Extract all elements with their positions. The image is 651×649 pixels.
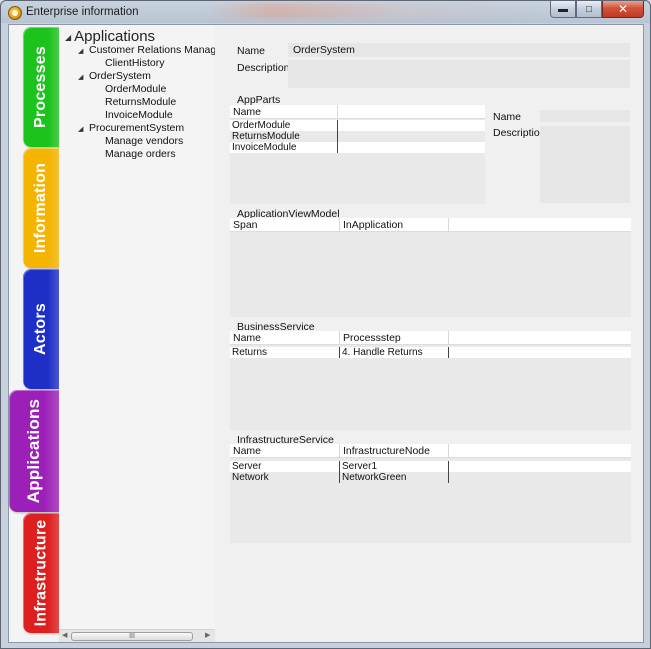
tree-node-label: Customer Relations Manageme (89, 44, 215, 56)
column-header-empty[interactable] (449, 218, 631, 232)
table-cell: Returns (230, 347, 340, 358)
table-row[interactable]: Network NetworkGreen (230, 472, 631, 483)
description-field[interactable] (288, 60, 630, 88)
grid-header: Name Processstep (230, 331, 631, 345)
table-row[interactable]: InvoiceModule (230, 142, 485, 153)
column-header-processstep[interactable]: Processstep (340, 331, 449, 345)
part-name-field[interactable] (540, 110, 630, 122)
table-cell: OrderModule (230, 120, 338, 131)
tree-node-crm[interactable]: ◢Customer Relations Manageme (78, 44, 215, 56)
collapse-triangle-icon[interactable]: ◢ (65, 33, 71, 42)
tree-node-clienthistory[interactable]: ClientHistory (105, 57, 165, 69)
minimize-button[interactable]: ▬ (550, 1, 576, 18)
tree-node-label: Manage vendors (105, 135, 184, 147)
businessservice-grid[interactable]: Name Processstep Returns 4. Handle Retur… (230, 331, 631, 430)
column-header-empty[interactable] (449, 331, 631, 345)
tree-node-label: InvoiceModule (105, 109, 173, 121)
tree-node-manage-vendors[interactable]: Manage vendors (105, 135, 183, 147)
column-header-name[interactable]: Name (230, 444, 340, 458)
appparts-grid[interactable]: Name OrderModule ReturnsModule InvoiceMo… (230, 105, 485, 204)
grid-header: Name (230, 105, 485, 119)
application-tree: ◢Applications ◢Customer Relations Manage… (59, 25, 215, 642)
tab-label: Infrastructure (32, 519, 50, 627)
tab-label: Actors (32, 303, 50, 355)
table-cell: Network (230, 472, 340, 483)
table-row[interactable]: Server Server1 (230, 461, 631, 472)
column-header-span[interactable]: Span (230, 218, 340, 232)
tab-processes[interactable]: Processes (23, 27, 59, 147)
client-area: Processes Information Actors Application… (8, 24, 644, 643)
table-cell: ReturnsModule (230, 131, 338, 142)
tree-node-ordersystem[interactable]: ◢ OrderSystem (78, 70, 151, 82)
grid-header: Span InApplication (230, 218, 631, 232)
infraservice-grid[interactable]: Name InfrastructureNode Server Server1 N… (230, 444, 631, 543)
maximize-icon: □ (585, 3, 593, 15)
viewmodel-grid[interactable]: Span InApplication (230, 218, 631, 317)
close-icon: ✕ (617, 2, 629, 16)
collapse-triangle-icon[interactable]: ◢ (78, 73, 89, 81)
tree-node-label: ProcurementSystem (89, 122, 185, 134)
table-row[interactable]: ReturnsModule (230, 131, 485, 142)
tree-node-label: ClientHistory (105, 57, 165, 69)
tab-infrastructure[interactable]: Infrastructure (23, 513, 59, 633)
title-bar-glow (206, 3, 536, 19)
scroll-thumb[interactable]: III (71, 632, 193, 641)
app-logo-icon (8, 6, 22, 20)
tree-node-procurementsystem[interactable]: ◢ ProcurementSystem (78, 122, 184, 134)
tab-applications[interactable]: Applications (9, 390, 59, 512)
table-row[interactable]: Returns 4. Handle Returns (230, 347, 631, 358)
window-controls: ▬ □ ✕ (550, 1, 644, 18)
tree-node-invoicemodule[interactable]: InvoiceModule (105, 109, 173, 121)
table-cell: Server (230, 461, 340, 472)
grid-header: Name InfrastructureNode (230, 444, 631, 458)
column-header-empty[interactable] (449, 444, 631, 458)
table-cell: NetworkGreen (340, 472, 449, 483)
tree-root-label: Applications (74, 28, 156, 45)
table-cell: InvoiceModule (230, 142, 338, 153)
tab-label: Information (32, 162, 50, 254)
part-description-field[interactable] (540, 126, 630, 203)
scroll-grip: III (129, 633, 135, 640)
app-window: Enterprise information ▬ □ ✕ Processes I… (0, 0, 651, 649)
column-header-name[interactable]: Name (230, 331, 340, 345)
collapse-triangle-icon[interactable]: ◢ (78, 125, 89, 133)
column-header-infrastructurenode[interactable]: InfrastructureNode (340, 444, 449, 458)
tree-node-label: ReturnsModule (105, 96, 177, 108)
tab-actors[interactable]: Actors (23, 269, 59, 389)
tab-label: Processes (32, 46, 49, 128)
tree-node-manage-orders[interactable]: Manage orders (105, 148, 176, 160)
collapse-triangle-icon[interactable]: ◢ (78, 47, 89, 55)
tree-node-returnsmodule[interactable]: ReturnsModule (105, 96, 176, 108)
name-label: Name (237, 45, 266, 57)
minimize-icon: ▬ (558, 3, 568, 15)
details-panel: Name OrderSystem Description AppParts Na… (215, 25, 643, 642)
scroll-right-icon[interactable]: ▶ (205, 631, 210, 639)
tab-label: Applications (24, 398, 44, 504)
name-field[interactable]: OrderSystem (288, 43, 630, 57)
tree-horizontal-scrollbar[interactable]: ◀ III ▶ (59, 629, 215, 642)
description-label: Description (237, 62, 290, 74)
title-bar[interactable]: Enterprise information ▬ □ ✕ (1, 1, 650, 23)
part-description-label: Description (493, 127, 546, 139)
tree-root[interactable]: ◢ Applications (65, 28, 155, 45)
table-cell: 4. Handle Returns (340, 347, 449, 358)
window-title: Enterprise information (26, 6, 139, 18)
part-name-label: Name (493, 111, 522, 123)
maximize-button[interactable]: □ (576, 1, 602, 18)
column-header-empty[interactable] (338, 105, 485, 119)
close-button[interactable]: ✕ (602, 1, 644, 18)
tree-node-label: OrderSystem (89, 70, 151, 82)
table-row[interactable]: OrderModule (230, 120, 485, 131)
category-tabs: Processes Information Actors Application… (9, 25, 59, 642)
table-cell: Server1 (340, 461, 449, 472)
column-header-inapplication[interactable]: InApplication (340, 218, 449, 232)
column-header-name[interactable]: Name (230, 105, 338, 119)
tree-node-label: Manage orders (105, 148, 176, 160)
scroll-left-icon[interactable]: ◀ (62, 631, 67, 639)
tree-node-label: OrderModule (105, 83, 167, 95)
tab-information[interactable]: Information (23, 148, 59, 268)
tree-node-ordermodule[interactable]: OrderModule (105, 83, 166, 95)
